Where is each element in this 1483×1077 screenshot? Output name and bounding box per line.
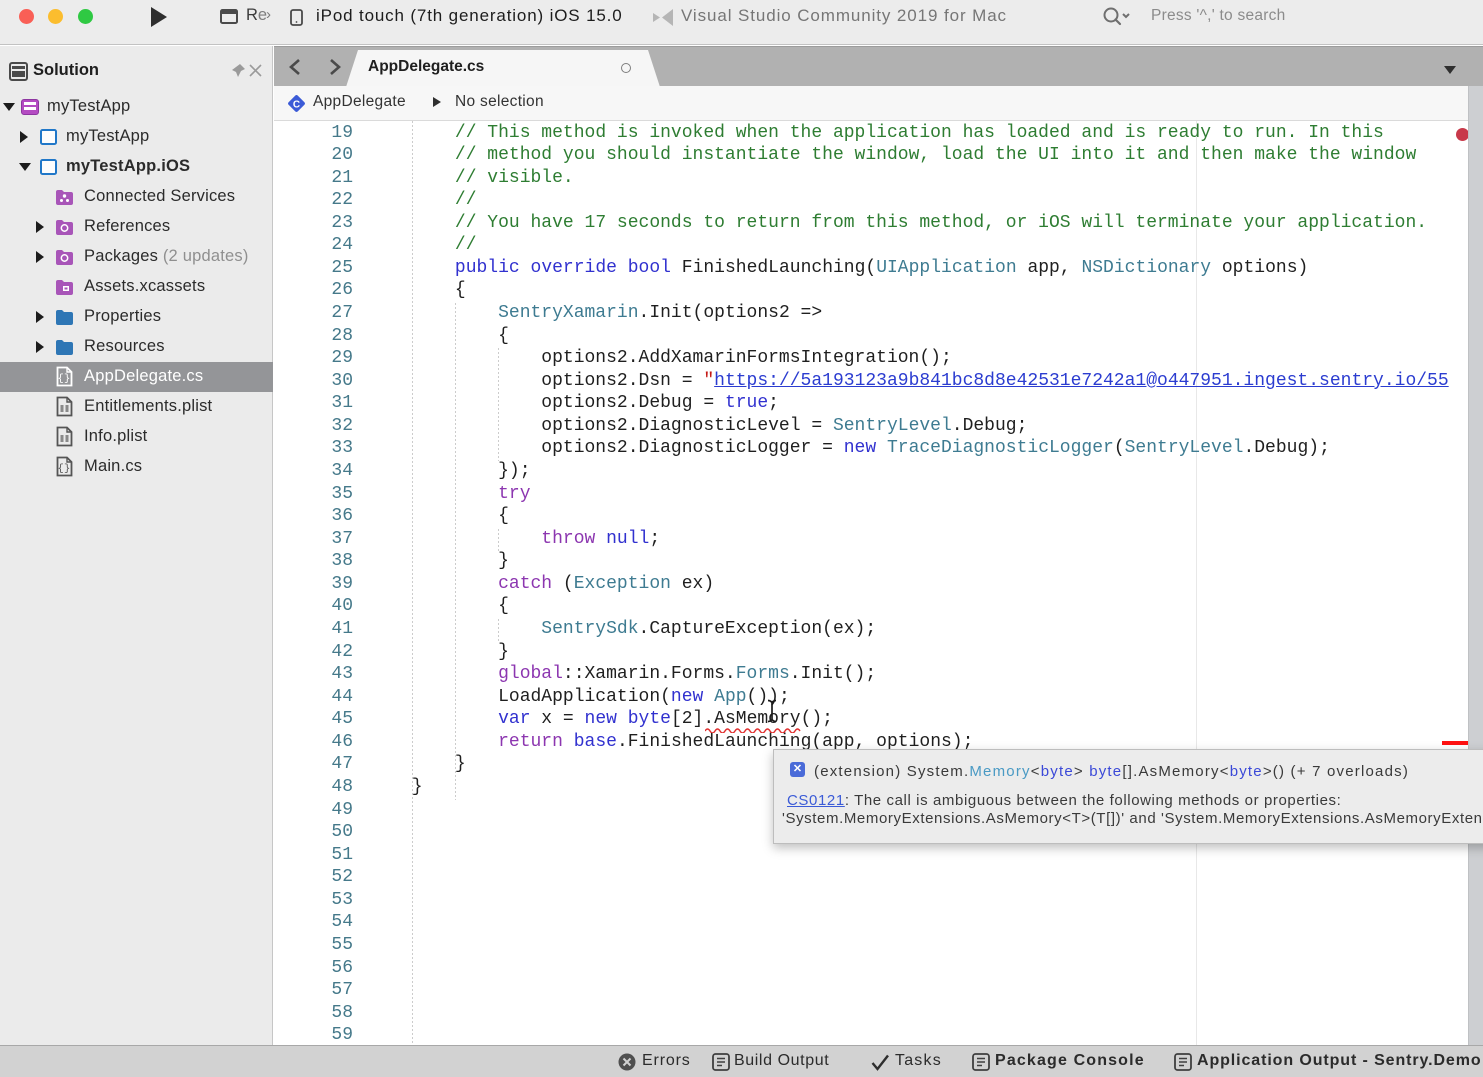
svg-text:C: C bbox=[293, 100, 300, 111]
svg-text:{}: {} bbox=[57, 463, 70, 475]
svg-text:{}: {} bbox=[57, 373, 70, 385]
